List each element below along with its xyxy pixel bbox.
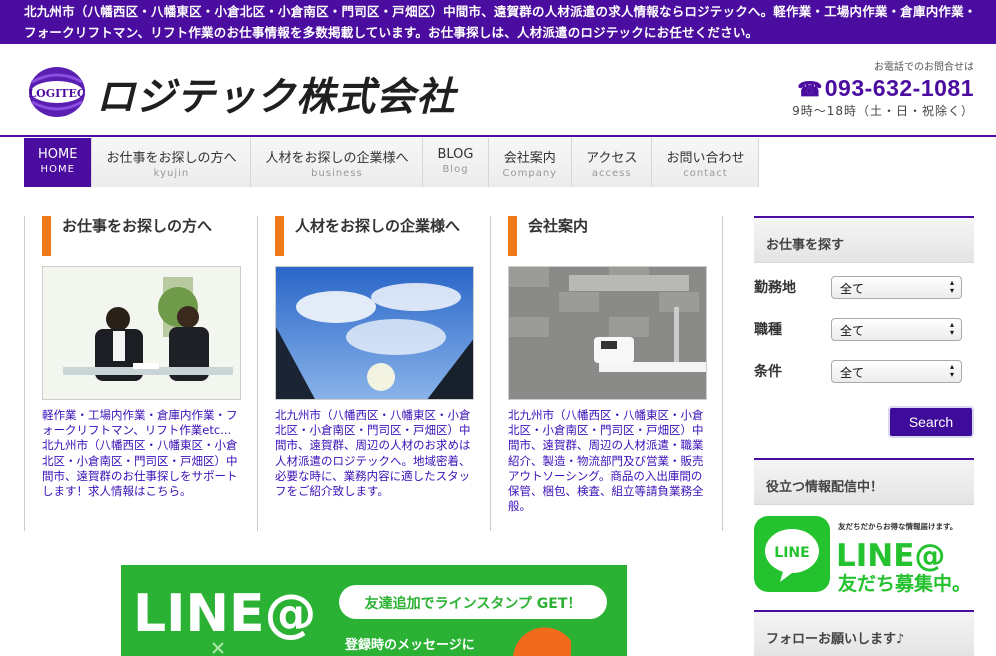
main-nav: HOME HOME お仕事をお探しの方へ kyujin 人材をお探しの企業様へ bus…: [24, 138, 760, 187]
logo-mark-icon[interactable]: LOGITEC: [26, 64, 88, 120]
column-image-office-meeting[interactable]: [42, 266, 241, 400]
search-field-location: 勤務地 全て: [754, 269, 974, 305]
line-friend-banner[interactable]: LINE 友だちだからお得な情報届けます。 LINE@ 友だち募集中。: [754, 516, 974, 596]
location-select[interactable]: 全て: [831, 275, 962, 299]
nav-item-company[interactable]: 会社案内 Company: [488, 138, 573, 187]
field-label: 条件: [754, 364, 782, 380]
nav-label: BLOG: [437, 147, 474, 162]
title-accent-bar: [508, 216, 517, 256]
site-header: LOGITEC ロジテック株式会社 お電話でのお問合せは ☎093-632-10…: [0, 44, 996, 137]
tel-hours: 9時〜18時（土・日・祝除く）: [792, 104, 974, 118]
phone-icon: ☎: [797, 79, 823, 101]
search-button[interactable]: Search: [888, 406, 974, 438]
job-search-heading: お仕事を探す: [754, 216, 974, 263]
column-image-reception[interactable]: [508, 266, 707, 400]
nav-sub: kyujin: [153, 168, 190, 179]
nav-item-kyujin[interactable]: お仕事をお探しの方へ kyujin: [92, 138, 252, 187]
nav-label: 会社案内: [503, 151, 556, 166]
conditions-select[interactable]: 全て: [831, 359, 962, 383]
nav-label: お問い合わせ: [666, 151, 745, 166]
line-title-text: LINE@: [836, 538, 945, 574]
column-title[interactable]: 人材をお探しの企業様へ: [275, 216, 474, 258]
follow-heading: フォローお願いします♪: [754, 610, 974, 656]
nav-item-home[interactable]: HOME HOME: [24, 138, 93, 187]
column-title-text: 会社案内: [528, 217, 589, 235]
nav-sub: Blog: [442, 164, 469, 175]
column-title[interactable]: お仕事をお探しの方へ: [42, 216, 241, 258]
banner-title: LINE@: [133, 584, 317, 644]
column-title-text: 人材をお探しの企業様へ: [295, 217, 461, 235]
column-company-info: 会社案内 北九州市（八幡西区・八幡東区・小倉北区・小倉南区・門司区・戸畑区）中間…: [490, 216, 723, 531]
column-text[interactable]: 軽作業・工場内作業・倉庫内作業・フォークリフトマン、リフト作業etc...北九州…: [42, 408, 241, 499]
nav-sub: HOME: [40, 164, 75, 175]
column-title-text: お仕事をお探しの方へ: [62, 217, 213, 235]
nav-item-business[interactable]: 人材をお探しの企業様へ business: [251, 138, 424, 187]
search-field-job-type: 職種 全て: [754, 311, 974, 347]
line-sub-text: 友だち募集中。: [838, 572, 971, 595]
svg-text:LINE: LINE: [774, 545, 809, 561]
title-accent-bar: [275, 216, 284, 256]
nav-item-blog[interactable]: BLOG Blog: [423, 138, 489, 187]
nav-sub: contact: [683, 168, 728, 179]
sidebar: お仕事を探す 勤務地 全て 職種 全て 条件 全て Search 役立つ情報配信…: [754, 216, 974, 656]
nav-label: アクセス: [586, 151, 638, 166]
search-field-conditions: 条件 全て: [754, 353, 974, 389]
nav-sub: business: [311, 168, 363, 179]
nav-label: お仕事をお探しの方へ: [106, 151, 237, 166]
tel-number[interactable]: ☎093-632-1081: [792, 75, 974, 102]
company-name[interactable]: ロジテック株式会社: [96, 66, 456, 122]
field-label: 職種: [754, 322, 782, 338]
job-type-select[interactable]: 全て: [831, 317, 962, 341]
column-text[interactable]: 北九州市（八幡西区・八幡東区・小倉北区・小倉南区・門司区・戸畑区）中間市、遠賀群…: [275, 408, 474, 499]
site-description-bar: 北九州市（八幡西区・八幡東区・小倉北区・小倉南区・門司区・戸畑区）中間市、遠賀群…: [0, 0, 996, 44]
nav-item-contact[interactable]: お問い合わせ contact: [652, 138, 760, 187]
nav-item-access[interactable]: アクセス access: [572, 138, 653, 187]
banner-sub: 登録時のメッセージに: [344, 637, 475, 653]
info-heading: 役立つ情報配信中！: [754, 458, 974, 505]
column-title[interactable]: 会社案内: [508, 216, 706, 258]
content-columns: お仕事をお探しの方へ 軽作業・工場内作業・倉庫内作業・フォークリフトマン、リフト…: [24, 216, 724, 531]
nav-sub: access: [591, 168, 632, 179]
line-sticker-banner[interactable]: LINE@ 友達追加でラインスタンプ GET！ 登録時のメッセージに: [121, 565, 627, 656]
tel-note: お電話でのお問合せは: [874, 62, 974, 73]
column-image-sky-building[interactable]: [275, 266, 474, 400]
nav-label: HOME: [38, 147, 78, 162]
nav-label: 人材をお探しの企業様へ: [265, 151, 409, 166]
title-accent-bar: [42, 216, 51, 256]
line-small-text: 友だちだからお得な情報届けます。: [837, 521, 957, 531]
column-companies: 人材をお探しの企業様へ 北九州市（八幡西区・八幡東区・小倉北区・小倉南区・門司区…: [257, 216, 490, 531]
contact-phone-box: お電話でのお問合せは ☎093-632-1081 9時〜18時（土・日・祝除く）: [792, 58, 974, 119]
logo-mark-text: LOGITEC: [28, 87, 85, 100]
field-label: 勤務地: [754, 280, 796, 296]
column-job-seekers: お仕事をお探しの方へ 軽作業・工場内作業・倉庫内作業・フォークリフトマン、リフト…: [24, 216, 257, 531]
nav-sub: Company: [502, 168, 558, 179]
column-text[interactable]: 北九州市（八幡西区・八幡東区・小倉北区・小倉南区・門司区・戸畑区）中間市、遠賀群…: [508, 408, 706, 514]
tel-number-text: 093-632-1081: [824, 75, 974, 101]
banner-badge: 友達追加でラインスタンプ GET！: [365, 595, 582, 612]
